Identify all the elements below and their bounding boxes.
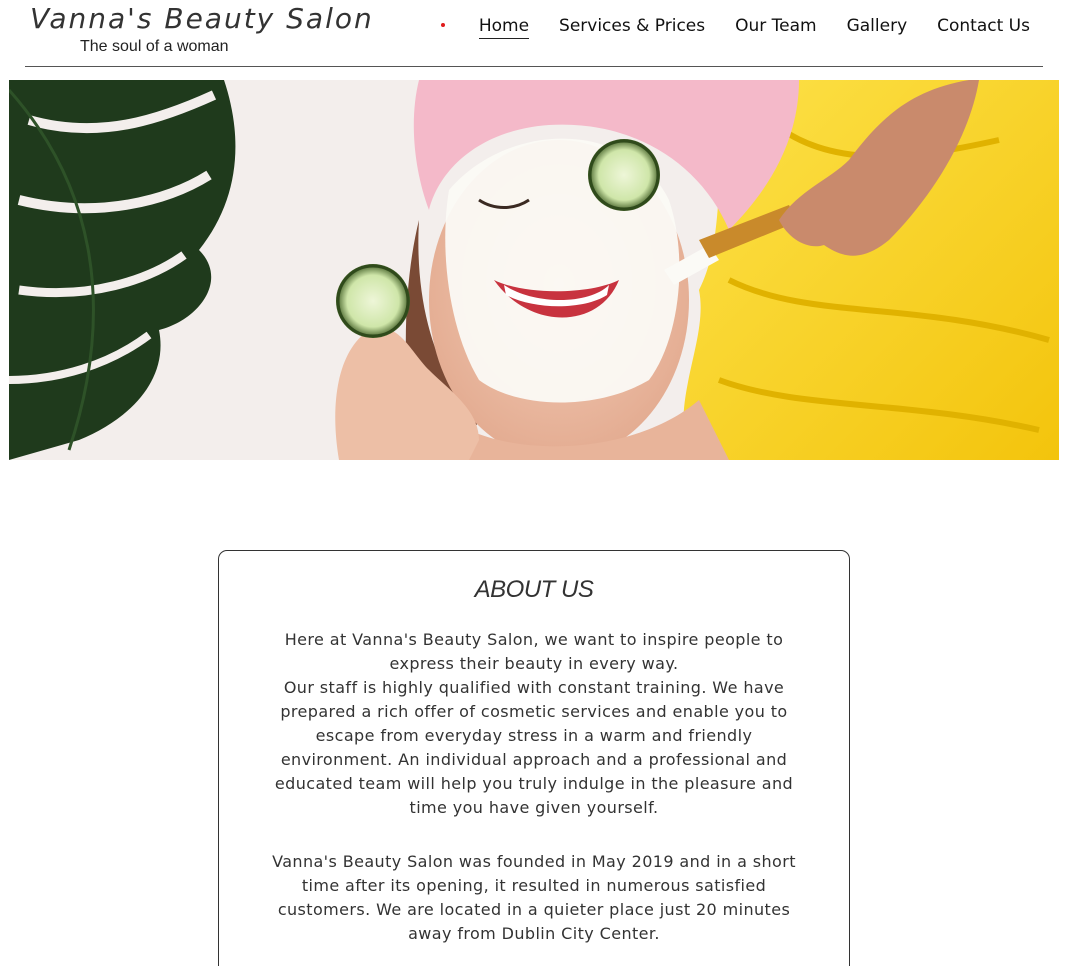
site-header: Vanna's Beauty Salon The soul of a woman…	[0, 0, 1076, 80]
brand-logo[interactable]: Vanna's Beauty Salon The soul of a woman	[30, 2, 374, 55]
main-nav: Home Services & Prices Our Team Gallery …	[478, 16, 1030, 39]
nav-contact-us[interactable]: Contact Us	[937, 16, 1030, 39]
nav-our-team[interactable]: Our Team	[735, 16, 816, 39]
about-heading: ABOUT US	[474, 576, 594, 603]
header-divider	[25, 66, 1043, 67]
brand-title: Vanna's Beauty Salon	[30, 2, 374, 35]
hero-image	[9, 80, 1059, 460]
hero-illustration	[9, 80, 1059, 460]
nav-services-prices[interactable]: Services & Prices	[559, 16, 705, 39]
cucumber-slice-eye	[588, 139, 660, 211]
nav-accent-dot	[441, 23, 445, 27]
nav-home[interactable]: Home	[478, 16, 530, 39]
about-paragraph-2: Vanna's Beauty Salon was founded in May …	[272, 852, 796, 943]
about-paragraph-1: Here at Vanna's Beauty Salon, we want to…	[274, 630, 794, 817]
brand-tagline: The soul of a woman	[80, 38, 229, 55]
about-us-card: ABOUT US Here at Vanna's Beauty Salon, w…	[218, 550, 850, 966]
cucumber-slice-hand	[336, 264, 410, 338]
nav-gallery[interactable]: Gallery	[847, 16, 908, 39]
